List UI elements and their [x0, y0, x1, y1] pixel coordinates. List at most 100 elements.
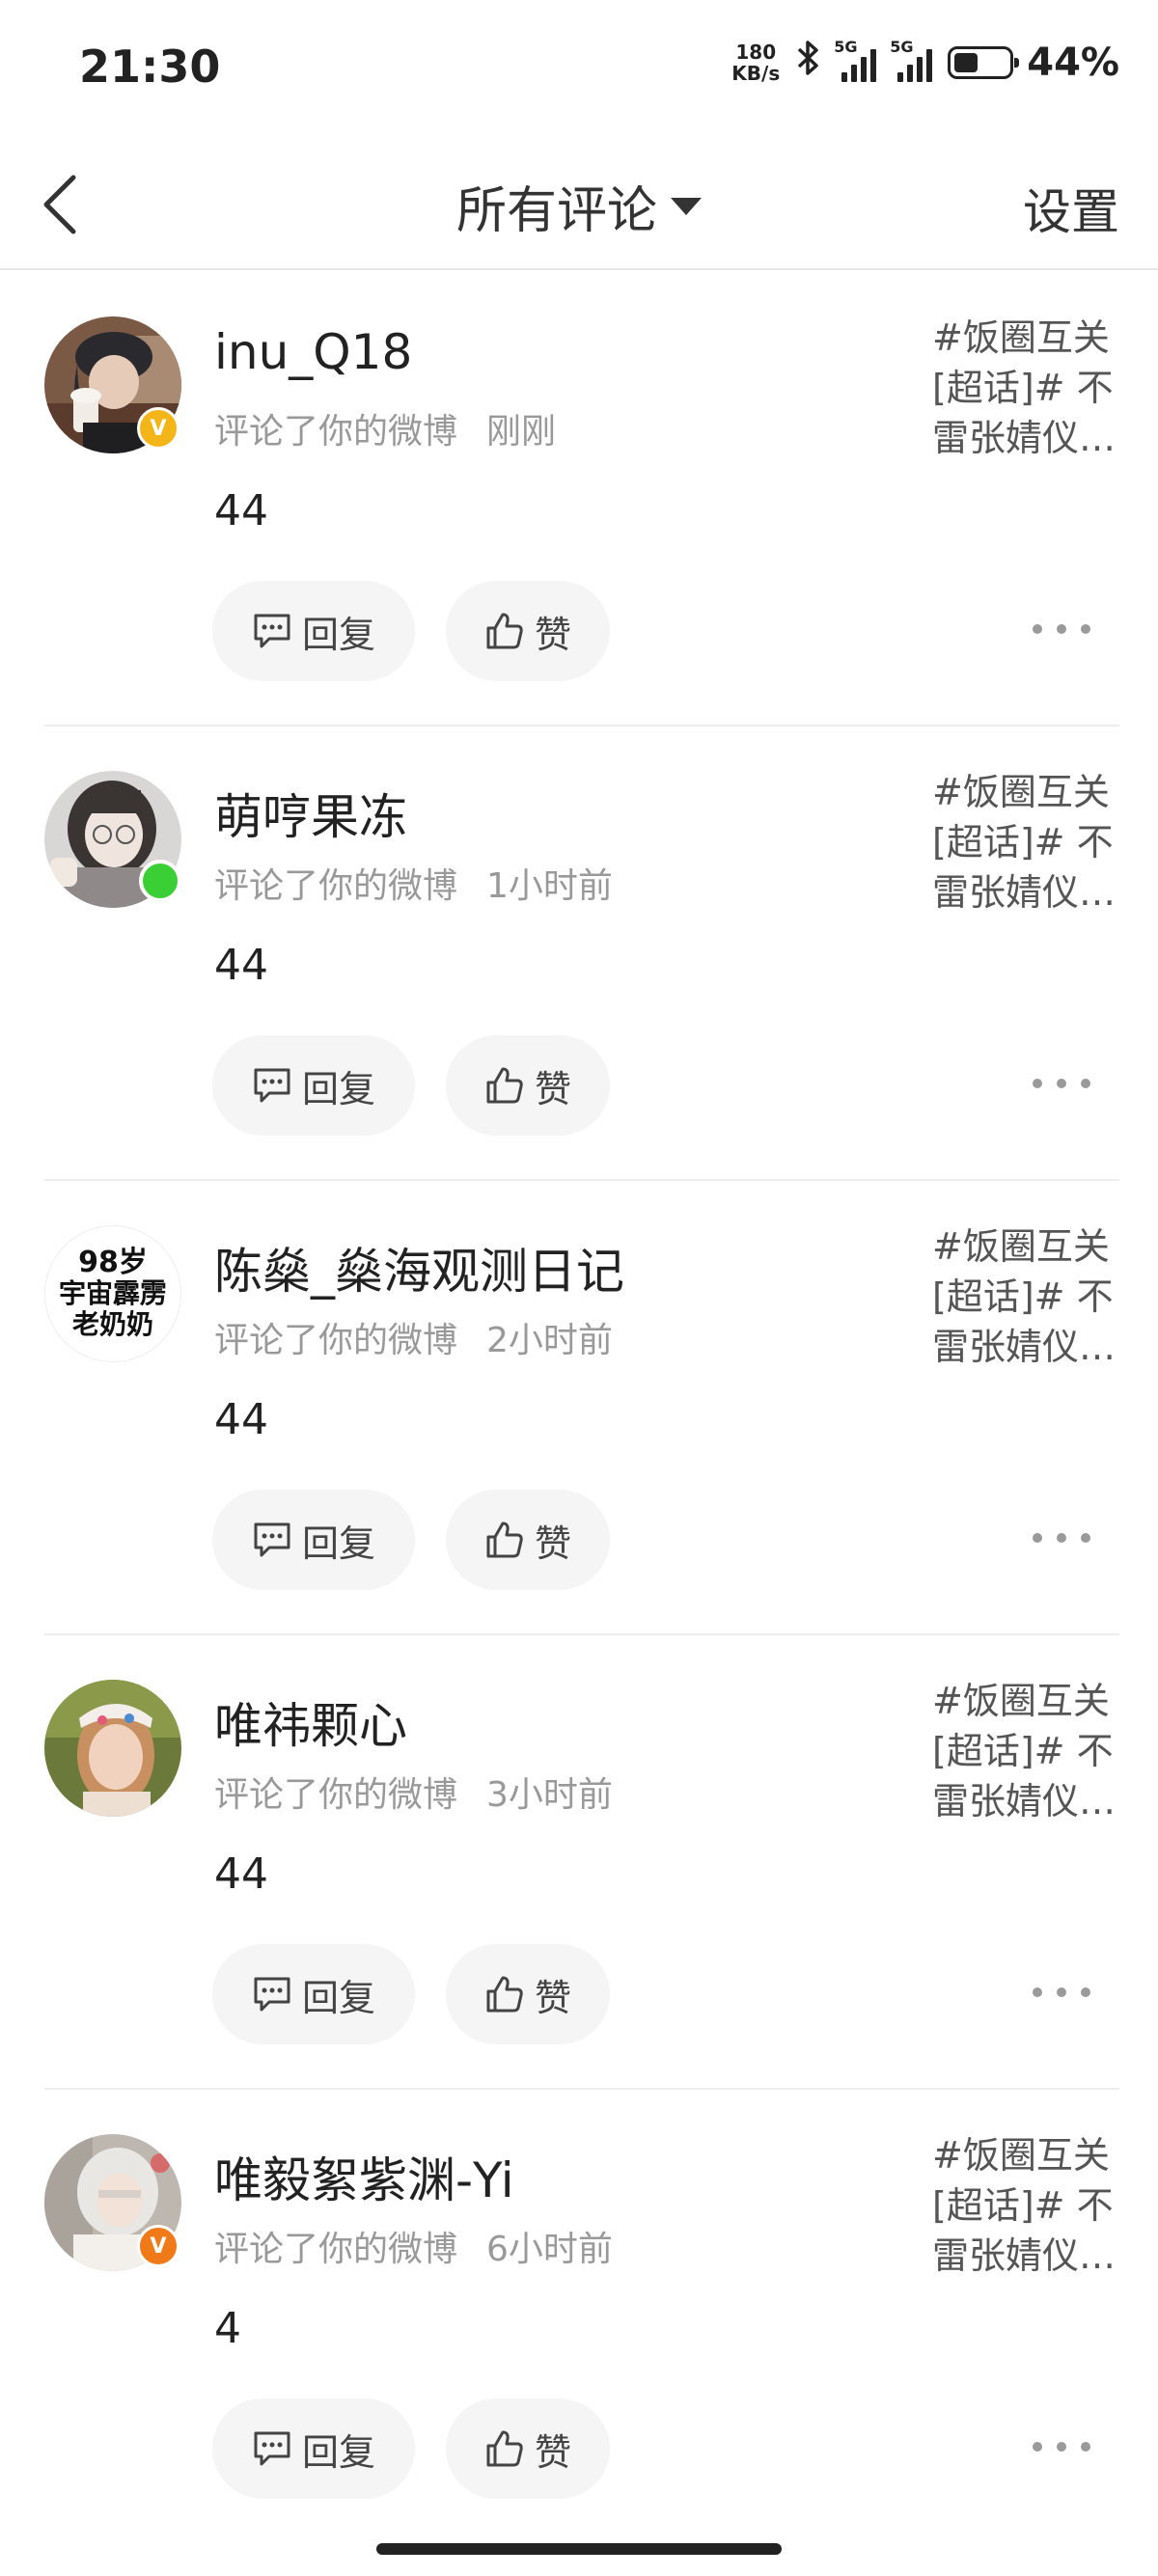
reply-button[interactable]: 回复 — [212, 2398, 415, 2499]
topic-line: 雷张婧仪… — [932, 871, 1117, 914]
avatar[interactable] — [44, 771, 181, 908]
topic-line: #饭圈互关 — [932, 1225, 1110, 1268]
comment-action: 评论了你的微博 — [214, 1321, 458, 1360]
settings-button[interactable]: 设置 — [1023, 174, 1119, 243]
comment-meta: 评论了你的微博 刚刚 — [214, 403, 556, 453]
comment-meta: 评论了你的微博 3小时前 — [214, 1767, 613, 1817]
comment-time: 2小时前 — [486, 1321, 613, 1360]
more-options-icon[interactable] — [1033, 1519, 1090, 1557]
username[interactable]: 唯毅絮紫渊-Yi — [214, 2142, 514, 2211]
reply-button[interactable]: 回复 — [212, 1944, 415, 2044]
like-button[interactable]: 赞 — [446, 581, 610, 681]
signal-1-icon: 5G — [834, 38, 878, 82]
topic-line: #饭圈互关 — [932, 1680, 1110, 1722]
like-label: 赞 — [534, 1521, 571, 1565]
status-time: 21:30 — [79, 41, 221, 93]
avatar-text-line: 老奶奶 — [71, 1308, 153, 1340]
topic-line: #饭圈互关 — [932, 316, 1110, 359]
comment-content[interactable]: 4 — [214, 2304, 241, 2353]
topic-line: [超话]# 不 — [932, 367, 1114, 409]
topic-line: 雷张婧仪… — [932, 1326, 1117, 1368]
comment-time: 3小时前 — [486, 1775, 613, 1815]
username[interactable]: 陈燊_燊海观测日记 — [214, 1233, 624, 1302]
topic-link[interactable]: #饭圈互关 [超话]# 不 雷张婧仪… — [932, 313, 1125, 463]
comment-item[interactable]: V inu_Q18 评论了你的微博 刚刚 44 #饭圈互关 [超话]# 不 雷张婧… — [0, 272, 1158, 726]
thumbs-up-icon — [486, 1521, 523, 1558]
more-options-icon[interactable] — [1033, 2427, 1090, 2466]
topic-link[interactable]: #饭圈互关 [超话]# 不 雷张婧仪… — [932, 1221, 1125, 1372]
comment-meta: 评论了你的微博 1小时前 — [214, 858, 613, 908]
home-indicator[interactable] — [376, 2543, 782, 2555]
like-label: 赞 — [534, 1976, 571, 2019]
like-label: 赞 — [534, 1067, 571, 1110]
topic-link[interactable]: #饭圈互关 [超话]# 不 雷张婧仪… — [932, 767, 1125, 918]
avatar-text-line: 98岁 — [78, 1246, 148, 1279]
reply-label: 回复 — [301, 613, 375, 656]
network-speed-unit: KB/s — [731, 62, 781, 85]
comment-icon — [254, 2431, 290, 2466]
comment-action: 评论了你的微博 — [214, 412, 458, 452]
topic-line: [超话]# 不 — [932, 2184, 1114, 2227]
avatar[interactable]: V — [44, 2134, 181, 2271]
topic-line: 雷张婧仪… — [932, 417, 1117, 459]
avatar[interactable]: 98岁 宇宙霹雳 老奶奶 — [44, 1225, 181, 1362]
more-options-icon[interactable] — [1033, 1064, 1090, 1103]
reply-label: 回复 — [301, 1521, 375, 1565]
reply-button[interactable]: 回复 — [212, 581, 415, 681]
username[interactable]: 唯祎颗心 — [214, 1687, 407, 1757]
text-avatar: 98岁 宇宙霹雳 老奶奶 — [44, 1225, 181, 1362]
topic-line: 雷张婧仪… — [932, 2234, 1117, 2277]
comment-item[interactable]: 唯祎颗心 评论了你的微博 3小时前 44 #饭圈互关 [超话]# 不 雷张婧仪… … — [0, 1635, 1158, 2090]
comment-item[interactable]: 萌哼果冻 评论了你的微博 1小时前 44 #饭圈互关 [超话]# 不 雷张婧仪… … — [0, 726, 1158, 1181]
like-button[interactable]: 赞 — [446, 1944, 610, 2044]
signal-2-label: 5G — [890, 38, 914, 56]
like-button[interactable]: 赞 — [446, 1035, 610, 1136]
more-options-icon[interactable] — [1033, 610, 1090, 648]
topic-link[interactable]: #饭圈互关 [超话]# 不 雷张婧仪… — [932, 1676, 1125, 1826]
battery-percent: 44% — [1027, 41, 1119, 85]
comment-content[interactable]: 44 — [214, 1395, 268, 1444]
comment-item[interactable]: 98岁 宇宙霹雳 老奶奶 陈燊_燊海观测日记 评论了你的微博 2小时前 44 #饭… — [0, 1181, 1158, 1635]
like-button[interactable]: 赞 — [446, 1490, 610, 1590]
topic-line: #饭圈互关 — [932, 771, 1110, 813]
comment-icon — [254, 614, 290, 648]
like-label: 赞 — [534, 2430, 571, 2474]
avatar[interactable]: V — [44, 316, 181, 453]
reply-button[interactable]: 回复 — [212, 1035, 415, 1136]
comment-item[interactable]: V 唯毅絮紫渊-Yi 评论了你的微博 6小时前 4 #饭圈互关 [超话]# 不 雷… — [0, 2090, 1158, 2544]
comment-meta: 评论了你的微博 2小时前 — [214, 1312, 613, 1362]
username[interactable]: 萌哼果冻 — [214, 779, 407, 848]
thumbs-up-icon — [486, 2430, 523, 2467]
topic-link[interactable]: #饭圈互关 [超话]# 不 雷张婧仪… — [932, 2130, 1125, 2281]
online-status-icon — [139, 860, 181, 902]
like-label: 赞 — [534, 613, 571, 656]
caret-down-icon — [671, 197, 702, 215]
comment-content[interactable]: 44 — [214, 941, 268, 990]
thumbs-up-icon — [486, 1067, 523, 1104]
avatar[interactable] — [44, 1680, 181, 1817]
reply-label: 回复 — [301, 1067, 375, 1110]
like-button[interactable]: 赞 — [446, 2398, 610, 2499]
comment-time: 1小时前 — [486, 866, 613, 906]
comment-filter-dropdown[interactable]: 所有评论 — [0, 170, 1158, 242]
signal-2-icon: 5G — [890, 38, 934, 82]
comment-time: 6小时前 — [486, 2230, 613, 2269]
comment-icon — [254, 1068, 290, 1103]
topic-line: [超话]# 不 — [932, 1730, 1114, 1772]
status-bar: 21:30 180 KB/s 5G 5G 44% — [0, 0, 1158, 145]
thumbs-up-icon — [486, 613, 523, 649]
page-title: 所有评论 — [455, 182, 657, 240]
comment-content[interactable]: 44 — [214, 1850, 268, 1899]
avatar-text-line: 宇宙霹雳 — [58, 1277, 167, 1309]
comment-content[interactable]: 44 — [214, 486, 268, 535]
signal-1-label: 5G — [834, 38, 858, 56]
reply-label: 回复 — [301, 2430, 375, 2474]
reply-label: 回复 — [301, 1976, 375, 2019]
more-options-icon[interactable] — [1033, 1973, 1090, 2012]
reply-button[interactable]: 回复 — [212, 1490, 415, 1590]
username[interactable]: inu_Q18 — [214, 324, 412, 380]
comment-meta: 评论了你的微博 6小时前 — [214, 2221, 613, 2271]
comment-time: 刚刚 — [486, 412, 557, 452]
topic-line: 雷张婧仪… — [932, 1780, 1117, 1822]
comment-action: 评论了你的微博 — [214, 866, 458, 906]
